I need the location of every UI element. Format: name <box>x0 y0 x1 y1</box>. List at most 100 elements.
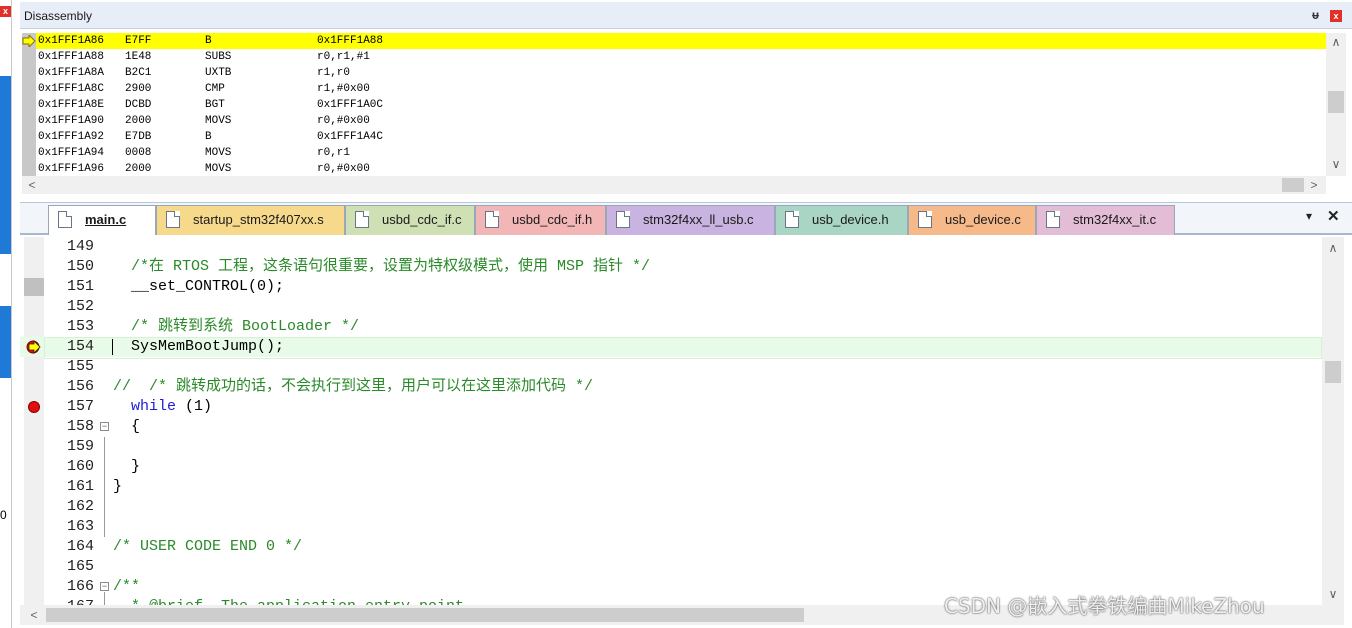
disassembly-row-current[interactable]: 0x1FFF1A86 E7FF B 0x1FFF1A88 <box>36 33 1326 49</box>
tab-list-dropdown-icon[interactable]: ▾ <box>1306 209 1312 223</box>
line-number: 163 <box>66 518 94 535</box>
disassembly-row[interactable]: 0x1FFF1A94 0008 MOVS r0,r1 <box>36 145 1326 161</box>
disassembly-horizontal-scrollbar[interactable]: < > <box>22 176 1326 194</box>
disassembly-row[interactable]: 0x1FFF1A8A B2C1 UXTB r1,r0 <box>36 65 1326 81</box>
tab-label: usb_device.c <box>945 212 1021 227</box>
instruction-mnemonic: CMP <box>205 83 225 95</box>
code-line[interactable]: 155 <box>20 357 1322 377</box>
code-text: // /* 跳转成功的话，不会执行到这里，用户可以在这里添加代码 */ <box>113 377 593 397</box>
tab-stm32f4xx-ll-usb-c[interactable]: stm32f4xx_ll_usb.c <box>606 205 775 235</box>
instruction-opcode: 2900 <box>125 83 152 95</box>
line-number: 164 <box>66 538 94 555</box>
instruction-operands: r0,#0x00 <box>317 163 370 175</box>
scroll-left-icon[interactable]: < <box>24 178 40 192</box>
disassembly-row[interactable]: 0x1FFF1A92 E7DB B 0x1FFF1A4C <box>36 129 1326 145</box>
instruction-operands: r0,r1,#1 <box>317 51 370 63</box>
code-view[interactable]: 149 150 /*在 RTOS 工程，这条语句很重要，设置为特权级模式，使用 M… <box>20 237 1322 605</box>
fold-collapse-icon[interactable]: − <box>100 422 109 431</box>
scroll-right-icon[interactable]: > <box>1306 178 1322 192</box>
code-comment: /** <box>113 578 141 595</box>
code-line-current[interactable]: 154 SysMemBootJump(); <box>20 337 1322 359</box>
code-line[interactable]: 160 } <box>20 457 1322 477</box>
tab-label: stm32f4xx_ll_usb.c <box>643 212 754 227</box>
scroll-up-icon[interactable]: ∧ <box>1325 241 1341 255</box>
code-line[interactable]: 149 <box>20 237 1322 257</box>
code-statement: } <box>113 478 123 495</box>
disassembly-close-icon[interactable]: x <box>1330 10 1342 22</box>
close-tab-icon[interactable]: ✕ <box>1327 207 1340 225</box>
line-number: 162 <box>66 498 94 515</box>
tab-usb-device-c[interactable]: usb_device.c <box>908 205 1036 235</box>
code-line[interactable]: 156 // /* 跳转成功的话，不会执行到这里，用户可以在这里添加代码 */ <box>20 377 1322 397</box>
instruction-mnemonic: MOVS <box>205 147 232 159</box>
instruction-opcode: DCBD <box>125 99 152 111</box>
file-icon <box>616 211 630 228</box>
breakpoint-icon[interactable] <box>28 401 40 413</box>
disassembly-gutter <box>22 33 36 176</box>
code-text: __set_CONTROL(0); <box>113 277 284 297</box>
instruction-address: 0x1FFF1A88 <box>38 51 105 63</box>
disassembly-titlebar: Disassembly ᵾ x <box>20 2 1352 29</box>
disassembly-listing[interactable]: 0x1FFF1A86 E7FF B 0x1FFF1A88 0x1FFF1A88 1E48 S… <box>22 33 1326 176</box>
line-number: 155 <box>66 358 94 375</box>
code-line[interactable]: 158− { <box>20 417 1322 437</box>
code-line[interactable]: 159 <box>20 437 1322 457</box>
instruction-address: 0x1FFF1A96 <box>38 163 105 175</box>
code-text: } <box>113 457 140 477</box>
scrollbar-thumb[interactable] <box>46 608 804 622</box>
code-line[interactable]: 162 <box>20 497 1322 517</box>
instruction-operands: r0,r1 <box>317 147 351 159</box>
code-text: /* USER CODE END 0 */ <box>113 537 302 557</box>
tab-label: stm32f4xx_it.c <box>1073 212 1157 227</box>
tab-stm32f4xx-it-c[interactable]: stm32f4xx_it.c <box>1036 205 1175 235</box>
editor-vertical-scrollbar[interactable]: ∧ ∨ <box>1322 237 1344 605</box>
tab-usbd-cdc-if-c[interactable]: usbd_cdc_if.c <box>345 205 475 235</box>
scrollbar-thumb[interactable] <box>1325 361 1341 383</box>
instruction-mnemonic: BGT <box>205 99 225 111</box>
code-line[interactable]: 165 <box>20 557 1322 577</box>
instruction-address: 0x1FFF1A8E <box>38 99 105 111</box>
instruction-operands: r1,#0x00 <box>317 83 370 95</box>
disassembly-row[interactable]: 0x1FFF1A8E DCBD BGT 0x1FFF1A0C <box>36 97 1326 113</box>
instruction-mnemonic: UXTB <box>205 67 232 79</box>
code-line[interactable]: 150 /*在 RTOS 工程，这条语句很重要，设置为特权级模式，使用 MSP … <box>20 257 1322 277</box>
editor-tab-bar: main.c startup_stm32f407xx.s usbd_cdc_if.c… <box>20 203 1352 235</box>
code-statement: SysMemBootJump(); <box>113 338 285 355</box>
disassembly-vertical-scrollbar[interactable]: ∧ ∨ <box>1326 33 1346 176</box>
instruction-opcode: B2C1 <box>125 67 152 79</box>
code-text: while (1) <box>113 397 212 417</box>
disassembly-row[interactable]: 0x1FFF1A96 2000 MOVS r0,#0x00 <box>36 161 1326 176</box>
code-line[interactable]: 163 <box>20 517 1322 537</box>
disassembly-row[interactable]: 0x1FFF1A90 2000 MOVS r0,#0x00 <box>36 113 1326 129</box>
line-number: 150 <box>66 258 94 275</box>
instruction-address: 0x1FFF1A86 <box>38 35 105 47</box>
fold-guide-line <box>104 437 105 537</box>
tab-startup-stm32f407xx-s[interactable]: startup_stm32f407xx.s <box>156 205 345 235</box>
code-line[interactable]: 157 while (1) <box>20 397 1322 417</box>
scroll-down-icon[interactable]: ∨ <box>1325 587 1341 601</box>
scrollbar-thumb[interactable] <box>1328 91 1344 113</box>
tab-main-c[interactable]: main.c <box>48 205 156 235</box>
pin-icon[interactable]: ᵾ <box>1312 8 1319 22</box>
code-line[interactable]: 161} <box>20 477 1322 497</box>
scroll-down-icon[interactable]: ∨ <box>1328 157 1344 171</box>
scroll-up-icon[interactable]: ∧ <box>1328 35 1344 49</box>
instruction-address: 0x1FFF1A92 <box>38 131 105 143</box>
tab-usb-device-h[interactable]: usb_device.h <box>775 205 908 235</box>
code-text: * @brief The application entry point. <box>113 597 473 605</box>
disassembly-row[interactable]: 0x1FFF1A8C 2900 CMP r1,#0x00 <box>36 81 1326 97</box>
tab-usbd-cdc-if-h[interactable]: usbd_cdc_if.h <box>475 205 606 235</box>
code-line[interactable]: 164 /* USER CODE END 0 */ <box>20 537 1322 557</box>
code-comment: * @brief The application entry point. <box>113 598 473 605</box>
scroll-left-icon[interactable]: < <box>26 608 42 622</box>
left-panel-close-icon[interactable]: x <box>0 6 11 17</box>
file-icon <box>1046 211 1060 228</box>
fold-collapse-icon[interactable]: − <box>100 582 109 591</box>
fold-guide-line <box>104 592 105 605</box>
code-line[interactable]: 152 <box>20 297 1322 317</box>
code-line[interactable]: 151 __set_CONTROL(0); <box>20 277 1322 297</box>
disassembly-row[interactable]: 0x1FFF1A88 1E48 SUBS r0,r1,#1 <box>36 49 1326 65</box>
scrollbar-thumb[interactable] <box>1282 178 1304 192</box>
file-icon <box>166 211 180 228</box>
code-line[interactable]: 153 /* 跳转到系统 BootLoader */ <box>20 317 1322 337</box>
